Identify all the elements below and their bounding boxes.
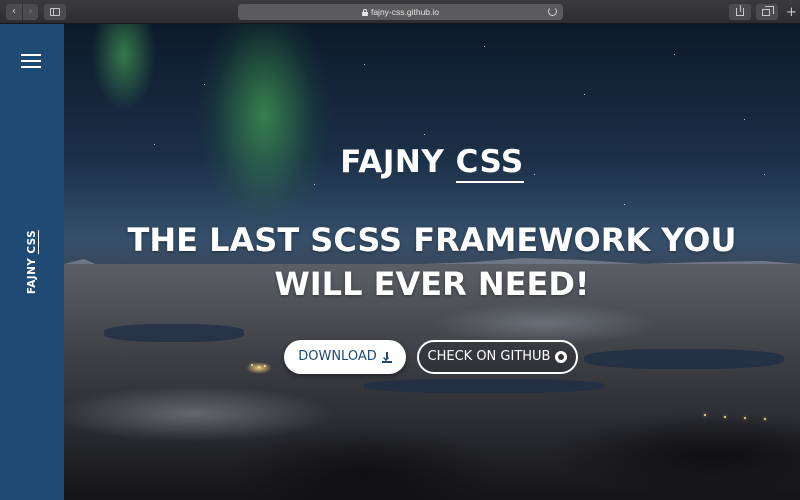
- address-bar[interactable]: fajny-css.github.io: [238, 4, 563, 20]
- plus-icon: +: [786, 5, 797, 20]
- github-button-label: CHECK ON GITHUB: [427, 349, 551, 364]
- hero-section: FAJNY CSS THE LAST SCSS FRAMEWORK YOU WI…: [64, 24, 800, 500]
- hero-tagline: THE LAST SCSS FRAMEWORK YOU WILL EVER NE…: [127, 221, 737, 303]
- lock-icon: [361, 8, 368, 16]
- reload-icon[interactable]: [548, 7, 557, 16]
- hero-content: FAJNY CSS THE LAST SCSS FRAMEWORK YOU WI…: [64, 24, 800, 500]
- sidebar-brand-main: FAJNY: [26, 257, 38, 295]
- hamburger-icon[interactable]: [21, 54, 41, 68]
- share-button[interactable]: [729, 4, 751, 20]
- sidebar: FAJNY CSS: [0, 24, 64, 500]
- hero-title-accent: CSS: [455, 144, 524, 183]
- github-icon: [555, 351, 568, 363]
- forward-button[interactable]: ›: [22, 4, 38, 20]
- chevron-right-icon: ›: [28, 6, 33, 17]
- hero-title: FAJNY CSS: [64, 144, 800, 183]
- sidebar-brand-accent: CSS: [26, 229, 39, 254]
- back-button[interactable]: ‹: [6, 4, 22, 20]
- tabs-icon: [762, 6, 774, 16]
- github-button[interactable]: CHECK ON GITHUB: [417, 340, 578, 374]
- share-icon: [736, 5, 744, 16]
- url-text: fajny-css.github.io: [370, 7, 440, 17]
- download-button[interactable]: DOWNLOAD: [284, 340, 406, 374]
- sidebar-icon: [50, 8, 60, 16]
- sidebar-brand[interactable]: FAJNY CSS: [26, 229, 39, 295]
- chevron-left-icon: ‹: [12, 6, 16, 17]
- tabs-overview-button[interactable]: [756, 4, 778, 20]
- sidebar-toggle-button[interactable]: [44, 4, 66, 20]
- download-button-label: DOWNLOAD: [298, 349, 377, 364]
- browser-toolbar: ‹ › fajny-css.github.io +: [0, 0, 800, 24]
- nav-buttons: ‹ ›: [6, 4, 38, 20]
- web-page: FAJNY CSS THE LAST SCSS FRAMEWORK YOU WI…: [0, 24, 800, 500]
- hero-title-main: FAJNY: [340, 144, 445, 180]
- download-icon: [381, 351, 392, 363]
- new-tab-button[interactable]: +: [786, 5, 797, 20]
